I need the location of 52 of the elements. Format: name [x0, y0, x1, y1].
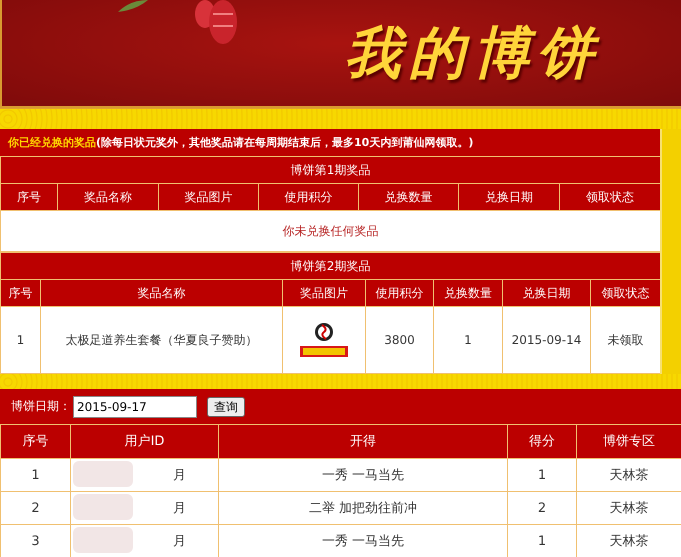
- table-cell: 2: [508, 492, 576, 524]
- notice-text: 你已经兑换的奖品(除每日状元奖外，其他奖品请在每周期结束后，最多10天内到莆仙网领取。): [6, 135, 474, 151]
- table-cell: 1: [0, 458, 70, 492]
- table-cell: 未领取: [590, 306, 661, 374]
- date-label: 博饼日期：: [11, 398, 71, 415]
- table-cell: 一秀 一马当先: [218, 524, 508, 557]
- blurred-avatar: [73, 527, 133, 553]
- period-title: 博饼第1期奖品: [0, 156, 661, 184]
- query-button[interactable]: 查询: [207, 396, 245, 416]
- column-header: 领取状态: [590, 280, 661, 306]
- column-header: 开得: [218, 424, 508, 458]
- user-id: 月: [173, 500, 186, 516]
- table-cell: 3: [0, 524, 70, 557]
- date-input-field[interactable]: 2015-09-17: [73, 396, 197, 418]
- banner-title: 我的博饼: [345, 19, 601, 88]
- column-header: 序号: [0, 184, 58, 210]
- column-header: 序号: [0, 280, 40, 306]
- table-cell: 3800: [366, 306, 434, 374]
- column-header: 奖品图片: [158, 184, 258, 210]
- user-id: 月: [173, 468, 186, 482]
- table-cell: 太极足道养生套餐（华夏良子赞助）: [40, 306, 282, 374]
- blurred-avatar: [73, 494, 133, 520]
- column-header: 奖品名称: [58, 184, 158, 210]
- table-cell: 2: [0, 492, 70, 524]
- column-header: 使用积分: [366, 280, 434, 306]
- empty-message: 你未兑换任何奖品: [0, 210, 661, 252]
- table-cell: 一秀 一马当先: [218, 458, 508, 492]
- column-header: 得分: [508, 424, 576, 458]
- column-header: 序号: [0, 424, 70, 458]
- column-header: 用户ID: [70, 424, 218, 458]
- table-cell: 天林茶: [576, 492, 681, 524]
- table-cell: 1: [434, 306, 502, 374]
- table-cell: 1: [0, 306, 40, 374]
- table-cell: 1: [508, 524, 576, 557]
- leaf-drawing: [118, 0, 148, 12]
- blurred-avatar: [73, 461, 133, 487]
- period-title: 博饼第2期奖品: [0, 252, 661, 280]
- column-header: 奖品名称: [40, 280, 282, 306]
- table-cell: 1: [508, 458, 576, 492]
- column-header: 兑换日期: [458, 184, 560, 210]
- column-header: 博饼专区: [576, 424, 681, 458]
- column-header: 奖品图片: [282, 280, 366, 306]
- table-cell: 天林茶: [576, 524, 681, 557]
- table-cell: 二举 加把劲往前冲: [218, 492, 508, 524]
- column-header: 兑换数量: [434, 280, 502, 306]
- table-cell: 天林茶: [576, 458, 681, 492]
- column-header: 领取状态: [560, 184, 661, 210]
- column-header: 使用积分: [258, 184, 358, 210]
- table-cell: 2015-09-14: [502, 306, 590, 374]
- column-header: 兑换数量: [358, 184, 458, 210]
- column-header: 兑换日期: [502, 280, 590, 306]
- user-id: 月: [173, 534, 186, 548]
